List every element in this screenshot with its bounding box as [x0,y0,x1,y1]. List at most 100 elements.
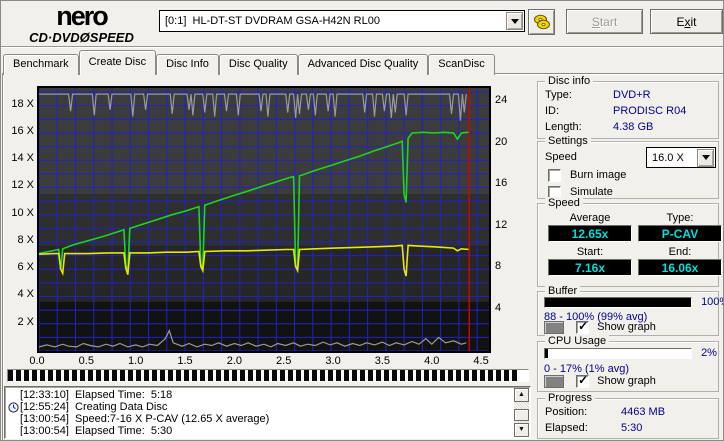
x-tick: 3.0 [325,355,341,367]
tab-advanced-disc-quality[interactable]: Advanced Disc Quality [297,54,429,75]
buffer-meter-row: 100% [544,296,723,308]
logo-cddvdspeed-text: CD·DVDØSPEED [9,31,154,44]
y-left-tick: 8 X [17,233,34,246]
discs-icon [533,14,550,30]
cpu-color-swatch [544,375,564,388]
y-left-tick: 14 X [11,152,34,165]
cpu-meter-fill [545,348,548,358]
cpu-title: CPU Usage [545,335,610,347]
scroll-down-button[interactable]: ▼ [514,423,529,437]
progress-label: Position: [545,406,588,418]
disc-info-row: Type: DVD+R [545,89,715,101]
speed-cell-label: Average [569,212,611,224]
burn-progress-fill [8,370,521,381]
y-right-tick: 12 [495,218,508,231]
disc-info-value: 4.38 GB [613,121,654,133]
cpu-group: CPU Usage 2% 0 - 17% (1% avg) ✓ Show gra… [537,335,719,392]
speed-select[interactable]: 16.0 X [646,147,716,168]
log-time: [12:33:10] [20,389,69,401]
y-right-tick: 20 [495,135,508,148]
cpu-meter-row: 2% [544,347,717,359]
progress-value: 4463 MB [621,406,666,418]
log-text: Elapsed Time: 5:30 [68,425,173,436]
buffer-color-swatch [544,321,564,334]
clock-icon [7,401,20,413]
disc-info-value: DVD+R [613,89,651,101]
scrollbar-thumb[interactable] [514,409,529,421]
y-left-tick: 4 X [17,288,34,301]
app-window: nero CD·DVDØSPEED [0:1] HL-DT-ST DVDRAM … [0,0,724,441]
scroll-up-button[interactable]: ▲ [514,388,529,402]
y-right-tick: 24 [495,94,508,107]
setting-checkbox-label: Burn image [567,169,627,182]
disc-info-label: ID: [545,105,560,117]
tab-disc-info[interactable]: Disc Info [156,54,219,75]
x-tick: 3.5 [374,355,391,367]
cpu-showgraph-checkbox[interactable]: ✓ [576,373,590,388]
log-text: Creating Data Disc [68,401,168,413]
disc-info-label: Type: [545,89,572,101]
y-left-tick: 6 X [17,261,34,274]
speed-results-title: Speed [545,197,583,209]
settings-title: Settings [545,135,591,147]
chevron-down-icon [701,155,710,160]
disc-options-button[interactable] [528,9,555,35]
log-text: Speed:7-16 X P-CAV (12.65 X average) [68,413,270,425]
setting-burn-image: Burn image [548,169,626,182]
tab-create-disc[interactable]: Create Disc [78,50,157,75]
y-left-tick: 16 X [11,124,34,137]
log-panel: [12:33:10] Elapsed Time: 5:18 [12:55:24] … [4,386,531,439]
log-line: [12:33:10] Elapsed Time: 5:18 [7,389,513,401]
cpu-percent: 2% [701,347,717,359]
disc-info-group: Disc info Type: DVD+R ID: PRODISC R04 Length… [537,75,719,139]
speed-results-group: Speed Average 12.65x Type: P-CAV Start: 7.16x… [537,197,722,287]
log-line: [13:00:54] Speed:7-16 X P-CAV (12.65 X a… [7,413,513,425]
x-tick: 2.5 [276,355,292,367]
burn-progress-strip [7,369,529,382]
log-time: [13:00:54] [20,413,69,425]
speed-cell-label: Type: [666,212,694,224]
cpu-meter [544,347,692,359]
logo-nero-text: nero [56,1,109,31]
speed-cell-label: End: [668,246,692,258]
tab-scandisc[interactable]: ScanDisc [428,54,495,75]
buffer-group: Buffer 100% 88 - 100% (99% avg) ✓ Show g… [537,285,723,336]
disc-info-row: Length: 4.38 GB [545,121,715,133]
x-tick: 1.5 [177,355,193,367]
buffer-meter-fill [545,297,691,307]
buffer-percent: 100% [701,296,723,308]
y-right-tick: 8 [495,260,502,273]
log-text: Elapsed Time: 5:18 [68,389,173,401]
y-left-tick: 18 X [11,97,34,110]
tab-benchmark[interactable]: Benchmark [3,54,79,75]
log-line: [12:55:24] Creating Data Disc [7,401,513,413]
disc-info-title: Disc info [545,75,594,87]
exit-button[interactable]: Exit [650,9,723,34]
x-tick: 1.0 [128,355,144,367]
logo-cddvd: CD·DVD [29,30,80,45]
check-icon: ✓ [578,319,589,333]
drive-select-dropdown-button[interactable] [506,12,523,30]
cpu-showgraph-label: Show graph [597,375,656,388]
disc-info-row: ID: PRODISC R04 [545,105,715,117]
tab-bar: Benchmark Create Disc Disc Info Disc Qualit… [3,50,495,75]
disc-glyph-icon: Ø [79,30,90,45]
speed-select-dropdown-button[interactable] [697,148,714,167]
disc-info-value: PRODISC R04 [613,105,687,117]
start-button[interactable]: Start [566,9,643,34]
drive-select[interactable]: [0:1] HL-DT-ST DVDRAM GSA-H42N RL00 [159,10,525,32]
log-lines: [12:33:10] Elapsed Time: 5:18 [12:55:24] … [7,389,513,436]
tab-disc-quality[interactable]: Disc Quality [218,54,298,75]
buffer-showgraph-checkbox[interactable]: ✓ [576,319,590,334]
speed-setting-label: Speed [545,151,577,163]
progress-group: Progress Position: 4463 MB Elapsed: 5:30 [537,392,719,439]
log-scrollbar[interactable]: ▲ ▼ [514,388,529,437]
speed-cell-value: 12.65x [548,225,632,242]
speed-cell-value: 7.16x [548,259,632,276]
setting-checkbox[interactable] [548,169,561,182]
progress-row: Position: 4463 MB [545,406,715,418]
buffer-meter [544,296,692,308]
progress-value: 5:30 [621,422,643,434]
progress-label: Elapsed: [545,422,588,434]
speed-chart [37,86,491,353]
